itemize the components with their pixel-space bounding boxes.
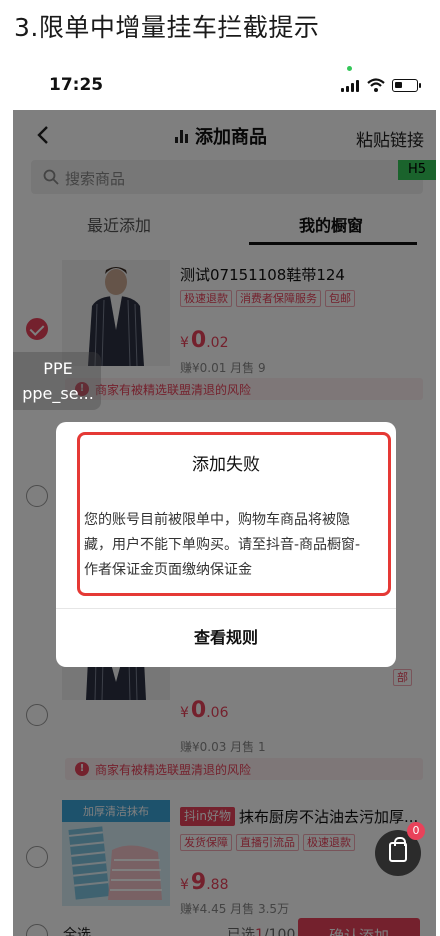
battery-icon <box>392 79 421 92</box>
ppe-floating-label[interactable]: PPE ppe_se... <box>13 356 103 406</box>
dialog-title: 添加失败 <box>192 455 260 475</box>
wifi-icon <box>367 78 385 92</box>
phone-screen: 17:25 添加商品 粘贴链接 <box>13 58 436 936</box>
cart-count-badge: 0 <box>407 822 425 840</box>
page-heading: 3.限单中增量挂车拦截提示 <box>14 13 320 42</box>
view-rules-button[interactable]: 查看规则 <box>56 609 396 667</box>
signal-icon <box>341 80 361 92</box>
status-time: 17:25 <box>49 75 104 95</box>
ppe-label-line2: ppe_se... <box>22 384 94 403</box>
status-dot <box>347 66 352 71</box>
status-bar: 17:25 <box>13 58 436 110</box>
shopping-bag-icon <box>389 837 407 862</box>
dialog-message: 您的账号目前被限单中，购物车商品将被隐藏，用户不能下单购买。请至抖音-商品橱窗-… <box>84 512 361 578</box>
add-failed-dialog: 添加失败 您的账号目前被限单中，购物车商品将被隐藏，用户不能下单购买。请至抖音-… <box>56 422 396 667</box>
ppe-label-line1: PPE <box>43 359 73 378</box>
app-content: 添加商品 粘贴链接 搜索商品 H5 最近添加 我的橱窗 <box>13 110 436 936</box>
